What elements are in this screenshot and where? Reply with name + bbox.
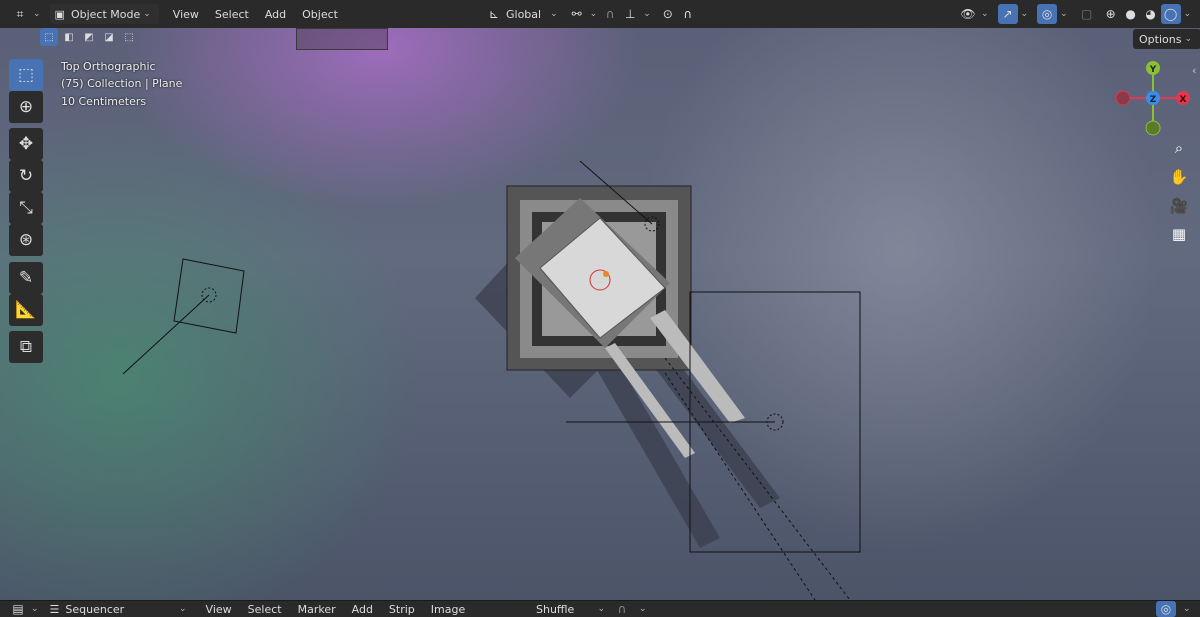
options-label: Options: [1139, 32, 1182, 46]
select-extend-icon[interactable]: ◧: [60, 28, 78, 46]
select-box-icon: ⬚: [17, 65, 35, 85]
transform-icon: ⊛: [18, 230, 34, 250]
editor-label: Sequencer: [65, 602, 125, 616]
cursor-icon: ⊕: [18, 97, 34, 117]
view-name: Top Orthographic: [61, 60, 156, 73]
chevron-down-icon[interactable]: ⌄: [33, 9, 41, 19]
scale-tool[interactable]: ⤡: [9, 192, 43, 224]
camera-view-icon[interactable]: 🎥: [1166, 193, 1192, 219]
selection-mode-group: ⬚ ◧ ◩ ◪ ⬚: [40, 28, 138, 46]
sequencer-icon: ☰: [49, 602, 60, 616]
select-intersect-icon[interactable]: ⬚: [120, 28, 138, 46]
snap-target-icon[interactable]: ⊥: [620, 4, 640, 24]
solid-shading-icon[interactable]: ●: [1121, 4, 1141, 24]
sequencer-editor-icon[interactable]: ▤: [8, 601, 28, 617]
tool-settings-tab[interactable]: [296, 28, 388, 50]
ortho-grid-icon[interactable]: ▦: [1166, 221, 1192, 247]
rotate-tool[interactable]: ↻: [9, 160, 43, 192]
falloff-icon[interactable]: ∩: [678, 4, 698, 24]
neg-x-axis[interactable]: [1115, 90, 1131, 106]
overlay-toggle-icon[interactable]: ◎: [1037, 4, 1058, 24]
overlap-mode-label: Shuffle: [536, 602, 575, 616]
wireframe-shading-icon[interactable]: ⊕: [1101, 4, 1121, 24]
select-difference-icon[interactable]: ◪: [100, 28, 118, 46]
annotate-icon: ✎: [18, 268, 34, 288]
options-dropdown[interactable]: Options ⌄: [1133, 29, 1200, 49]
rotate-icon: ↻: [18, 166, 34, 186]
proportional-edit-icon[interactable]: ⊙: [658, 4, 678, 24]
measure-icon: 📐: [15, 300, 37, 320]
orientation-icon: ⊾: [488, 7, 500, 21]
sidebar-toggle-icon[interactable]: ‹: [1192, 64, 1196, 77]
viewport-header: ⌗ ⌄ ▣ Object Mode ⌄ View Select Add Object …: [0, 0, 1200, 28]
collection-info: (75) Collection | Plane: [61, 77, 183, 90]
menu-image[interactable]: Image: [423, 603, 473, 616]
snap-icon[interactable]: ∩: [600, 4, 620, 24]
cursor-tool[interactable]: ⊕: [9, 91, 43, 123]
menu-view[interactable]: View: [165, 8, 207, 21]
sequencer-header: ▤ ⌄ ☰ Sequencer ⌄ View Select Marker Add St…: [0, 600, 1200, 617]
rendered-shading-icon[interactable]: ◯: [1160, 4, 1181, 24]
add-cube-icon: ⧉: [19, 337, 33, 357]
snap-icon[interactable]: ∩: [612, 601, 632, 617]
pivot-icon[interactable]: ⚯: [567, 4, 587, 24]
grid-scale: 10 Centimeters: [61, 95, 147, 108]
pan-hand-icon[interactable]: ✋: [1166, 164, 1192, 190]
select-new-icon[interactable]: ⬚: [40, 28, 58, 46]
menu-strip[interactable]: Strip: [381, 603, 423, 616]
camera-object: [122, 258, 245, 375]
neg-y-axis[interactable]: [1145, 120, 1161, 136]
scale-icon: ⤡: [19, 198, 33, 218]
annotate-tool[interactable]: ✎: [9, 262, 43, 294]
mode-dropdown[interactable]: ▣ Object Mode ⌄: [49, 4, 159, 24]
measure-tool[interactable]: 📐: [9, 294, 43, 326]
navigation-gizmo[interactable]: Y Z X: [1113, 58, 1193, 138]
select-box-tool[interactable]: ⬚: [9, 59, 43, 91]
transform-orientation-dropdown[interactable]: Global: [506, 8, 541, 21]
menu-view[interactable]: View: [198, 603, 240, 616]
material-shading-icon[interactable]: ◕: [1141, 4, 1161, 24]
editor-dropdown[interactable]: ☰ Sequencer ⌄: [50, 603, 190, 616]
menu-select[interactable]: Select: [207, 8, 257, 21]
3d-viewport[interactable]: ⬚ ◧ ◩ ◪ ⬚ Options ⌄ Top Orthographic (75)…: [0, 28, 1200, 600]
z-label: Z: [1150, 95, 1157, 105]
gizmo-toggle-icon[interactable]: ↗: [997, 4, 1018, 24]
add-cube-tool[interactable]: ⧉: [9, 331, 43, 363]
overlap-mode-dropdown[interactable]: Shuffle ⌄: [530, 603, 608, 616]
chevron-down-icon[interactable]: ⌄: [1183, 604, 1191, 614]
move-tool[interactable]: ✥: [9, 128, 43, 160]
menu-marker[interactable]: Marker: [290, 603, 344, 616]
mode-label: Object Mode: [70, 7, 141, 21]
menu-object[interactable]: Object: [294, 8, 346, 21]
object-mode-icon: ▣: [54, 7, 65, 21]
xray-icon[interactable]: ▢: [1077, 4, 1097, 24]
move-icon: ✥: [18, 134, 34, 154]
editor-type-icon[interactable]: ⌗: [10, 4, 30, 24]
y-label: Y: [1149, 65, 1157, 75]
transform-tool[interactable]: ⊛: [9, 224, 43, 256]
zoom-icon[interactable]: ⌕: [1166, 135, 1192, 161]
x-label: X: [1180, 95, 1187, 105]
select-subtract-icon[interactable]: ◩: [80, 28, 98, 46]
scene: [122, 160, 861, 600]
menu-add[interactable]: Add: [344, 603, 381, 616]
chevron-down-icon[interactable]: ⌄: [639, 604, 647, 614]
visibility-icon[interactable]: 👁: [958, 4, 978, 24]
overlay-toggle-icon[interactable]: ◎: [1156, 601, 1176, 617]
menu-add[interactable]: Add: [257, 8, 294, 21]
menu-select[interactable]: Select: [240, 603, 290, 616]
